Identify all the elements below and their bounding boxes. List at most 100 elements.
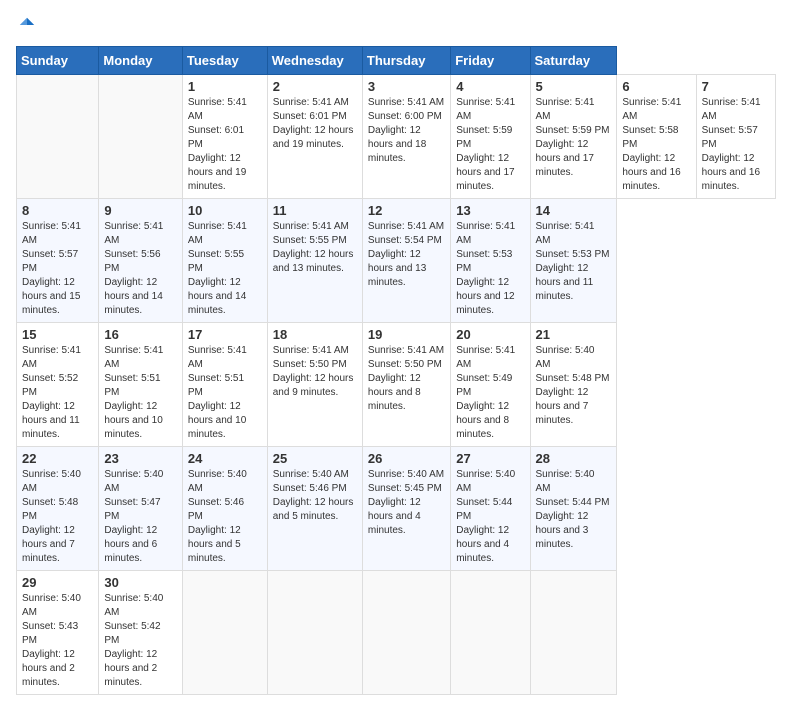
day-header-wednesday: Wednesday xyxy=(267,47,362,75)
day-number: 27 xyxy=(456,451,524,466)
day-header-saturday: Saturday xyxy=(530,47,617,75)
calendar-day-22: 22 Sunrise: 5:40 AM Sunset: 5:48 PM Dayl… xyxy=(17,447,99,571)
day-info: Sunrise: 5:41 AM Sunset: 5:57 PM Dayligh… xyxy=(702,96,770,194)
day-info: Sunrise: 5:41 AM Sunset: 5:59 PM Dayligh… xyxy=(456,96,524,194)
calendar-day-15: 15 Sunrise: 5:41 AM Sunset: 5:52 PM Dayl… xyxy=(17,323,99,447)
page-header xyxy=(16,16,776,34)
empty-cell xyxy=(99,75,183,199)
calendar-day-14: 14 Sunrise: 5:41 AM Sunset: 5:53 PM Dayl… xyxy=(530,199,617,323)
calendar-day-4: 4 Sunrise: 5:41 AM Sunset: 5:59 PM Dayli… xyxy=(451,75,530,199)
calendar-day-17: 17 Sunrise: 5:41 AM Sunset: 5:51 PM Dayl… xyxy=(182,323,267,447)
calendar-day-23: 23 Sunrise: 5:40 AM Sunset: 5:47 PM Dayl… xyxy=(99,447,183,571)
day-info: Sunrise: 5:40 AM Sunset: 5:47 PM Dayligh… xyxy=(104,468,177,566)
day-number: 15 xyxy=(22,327,93,342)
calendar-day-20: 20 Sunrise: 5:41 AM Sunset: 5:49 PM Dayl… xyxy=(451,323,530,447)
day-number: 30 xyxy=(104,575,177,590)
calendar-day-3: 3 Sunrise: 5:41 AM Sunset: 6:00 PM Dayli… xyxy=(362,75,450,199)
calendar-day-24: 24 Sunrise: 5:40 AM Sunset: 5:46 PM Dayl… xyxy=(182,447,267,571)
day-number: 16 xyxy=(104,327,177,342)
day-number: 20 xyxy=(456,327,524,342)
empty-cell xyxy=(182,571,267,695)
day-info: Sunrise: 5:41 AM Sunset: 5:53 PM Dayligh… xyxy=(456,220,524,318)
day-info: Sunrise: 5:41 AM Sunset: 5:52 PM Dayligh… xyxy=(22,344,93,442)
calendar-week-2: 8 Sunrise: 5:41 AM Sunset: 5:57 PM Dayli… xyxy=(17,199,776,323)
day-number: 17 xyxy=(188,327,262,342)
calendar-day-9: 9 Sunrise: 5:41 AM Sunset: 5:56 PM Dayli… xyxy=(99,199,183,323)
calendar-day-2: 2 Sunrise: 5:41 AM Sunset: 6:01 PM Dayli… xyxy=(267,75,362,199)
calendar-week-1: 1 Sunrise: 5:41 AM Sunset: 6:01 PM Dayli… xyxy=(17,75,776,199)
calendar-day-13: 13 Sunrise: 5:41 AM Sunset: 5:53 PM Dayl… xyxy=(451,199,530,323)
day-number: 8 xyxy=(22,203,93,218)
day-number: 29 xyxy=(22,575,93,590)
day-info: Sunrise: 5:41 AM Sunset: 5:59 PM Dayligh… xyxy=(536,96,612,180)
day-info: Sunrise: 5:41 AM Sunset: 5:53 PM Dayligh… xyxy=(536,220,612,304)
day-info: Sunrise: 5:40 AM Sunset: 5:48 PM Dayligh… xyxy=(22,468,93,566)
day-number: 22 xyxy=(22,451,93,466)
day-header-thursday: Thursday xyxy=(362,47,450,75)
day-number: 26 xyxy=(368,451,445,466)
day-number: 3 xyxy=(368,79,445,94)
day-header-tuesday: Tuesday xyxy=(182,47,267,75)
day-header-monday: Monday xyxy=(99,47,183,75)
calendar-table: SundayMondayTuesdayWednesdayThursdayFrid… xyxy=(16,46,776,695)
day-info: Sunrise: 5:40 AM Sunset: 5:43 PM Dayligh… xyxy=(22,592,93,690)
day-number: 10 xyxy=(188,203,262,218)
day-number: 24 xyxy=(188,451,262,466)
calendar-day-8: 8 Sunrise: 5:41 AM Sunset: 5:57 PM Dayli… xyxy=(17,199,99,323)
day-info: Sunrise: 5:41 AM Sunset: 5:57 PM Dayligh… xyxy=(22,220,93,318)
calendar-day-21: 21 Sunrise: 5:40 AM Sunset: 5:48 PM Dayl… xyxy=(530,323,617,447)
day-info: Sunrise: 5:41 AM Sunset: 5:51 PM Dayligh… xyxy=(188,344,262,442)
logo-icon xyxy=(18,16,36,34)
day-info: Sunrise: 5:41 AM Sunset: 5:51 PM Dayligh… xyxy=(104,344,177,442)
day-number: 21 xyxy=(536,327,612,342)
calendar-day-18: 18 Sunrise: 5:41 AM Sunset: 5:50 PM Dayl… xyxy=(267,323,362,447)
day-info: Sunrise: 5:40 AM Sunset: 5:46 PM Dayligh… xyxy=(273,468,357,524)
empty-cell xyxy=(267,571,362,695)
logo xyxy=(16,16,38,34)
day-info: Sunrise: 5:40 AM Sunset: 5:44 PM Dayligh… xyxy=(456,468,524,566)
day-number: 4 xyxy=(456,79,524,94)
day-number: 2 xyxy=(273,79,357,94)
day-info: Sunrise: 5:41 AM Sunset: 5:50 PM Dayligh… xyxy=(273,344,357,400)
calendar-day-26: 26 Sunrise: 5:40 AM Sunset: 5:45 PM Dayl… xyxy=(362,447,450,571)
empty-cell xyxy=(530,571,617,695)
day-info: Sunrise: 5:41 AM Sunset: 5:55 PM Dayligh… xyxy=(273,220,357,276)
calendar-day-29: 29 Sunrise: 5:40 AM Sunset: 5:43 PM Dayl… xyxy=(17,571,99,695)
day-info: Sunrise: 5:41 AM Sunset: 5:50 PM Dayligh… xyxy=(368,344,445,414)
day-info: Sunrise: 5:40 AM Sunset: 5:45 PM Dayligh… xyxy=(368,468,445,538)
day-number: 19 xyxy=(368,327,445,342)
day-info: Sunrise: 5:40 AM Sunset: 5:44 PM Dayligh… xyxy=(536,468,612,552)
day-number: 1 xyxy=(188,79,262,94)
calendar-day-11: 11 Sunrise: 5:41 AM Sunset: 5:55 PM Dayl… xyxy=(267,199,362,323)
empty-cell xyxy=(451,571,530,695)
day-info: Sunrise: 5:40 AM Sunset: 5:46 PM Dayligh… xyxy=(188,468,262,566)
calendar-day-19: 19 Sunrise: 5:41 AM Sunset: 5:50 PM Dayl… xyxy=(362,323,450,447)
calendar-day-6: 6 Sunrise: 5:41 AM Sunset: 5:58 PM Dayli… xyxy=(617,75,696,199)
calendar-day-30: 30 Sunrise: 5:40 AM Sunset: 5:42 PM Dayl… xyxy=(99,571,183,695)
day-info: Sunrise: 5:40 AM Sunset: 5:48 PM Dayligh… xyxy=(536,344,612,428)
empty-cell xyxy=(362,571,450,695)
calendar-week-4: 22 Sunrise: 5:40 AM Sunset: 5:48 PM Dayl… xyxy=(17,447,776,571)
calendar-week-3: 15 Sunrise: 5:41 AM Sunset: 5:52 PM Dayl… xyxy=(17,323,776,447)
day-info: Sunrise: 5:41 AM Sunset: 6:01 PM Dayligh… xyxy=(188,96,262,194)
calendar-day-7: 7 Sunrise: 5:41 AM Sunset: 5:57 PM Dayli… xyxy=(696,75,775,199)
calendar-day-5: 5 Sunrise: 5:41 AM Sunset: 5:59 PM Dayli… xyxy=(530,75,617,199)
day-number: 28 xyxy=(536,451,612,466)
day-info: Sunrise: 5:40 AM Sunset: 5:42 PM Dayligh… xyxy=(104,592,177,690)
calendar-day-1: 1 Sunrise: 5:41 AM Sunset: 6:01 PM Dayli… xyxy=(182,75,267,199)
day-info: Sunrise: 5:41 AM Sunset: 5:49 PM Dayligh… xyxy=(456,344,524,442)
day-number: 14 xyxy=(536,203,612,218)
calendar-day-27: 27 Sunrise: 5:40 AM Sunset: 5:44 PM Dayl… xyxy=(451,447,530,571)
empty-cell xyxy=(17,75,99,199)
day-number: 18 xyxy=(273,327,357,342)
day-info: Sunrise: 5:41 AM Sunset: 6:01 PM Dayligh… xyxy=(273,96,357,152)
day-info: Sunrise: 5:41 AM Sunset: 5:58 PM Dayligh… xyxy=(622,96,690,194)
calendar-header-row: SundayMondayTuesdayWednesdayThursdayFrid… xyxy=(17,47,776,75)
day-number: 5 xyxy=(536,79,612,94)
day-number: 23 xyxy=(104,451,177,466)
day-number: 6 xyxy=(622,79,690,94)
day-number: 12 xyxy=(368,203,445,218)
calendar-day-10: 10 Sunrise: 5:41 AM Sunset: 5:55 PM Dayl… xyxy=(182,199,267,323)
calendar-week-5: 29 Sunrise: 5:40 AM Sunset: 5:43 PM Dayl… xyxy=(17,571,776,695)
day-info: Sunrise: 5:41 AM Sunset: 5:56 PM Dayligh… xyxy=(104,220,177,318)
